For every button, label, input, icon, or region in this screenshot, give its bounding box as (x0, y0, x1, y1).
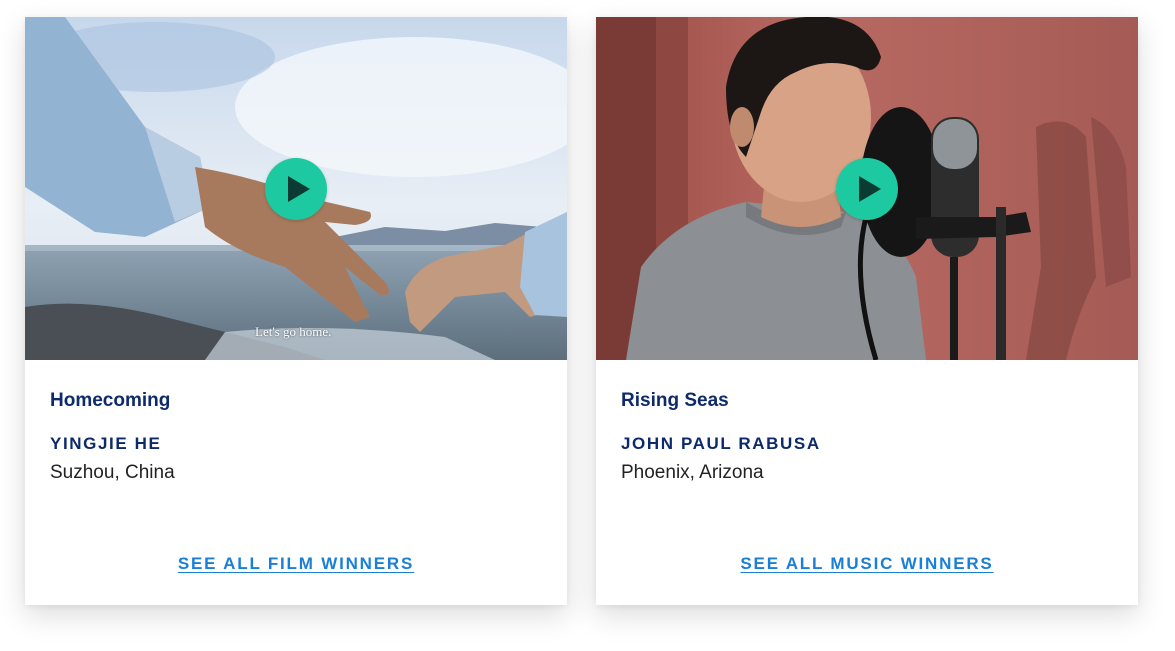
play-icon (858, 176, 881, 202)
artist-location: Phoenix, Arizona (621, 462, 764, 483)
work-title: Rising Seas (621, 390, 729, 411)
artist-name: YINGJIE HE (50, 434, 162, 453)
play-icon (287, 176, 310, 202)
artist-name: JOHN PAUL RABUSA (621, 434, 821, 453)
card-body: Rising Seas JOHN PAUL RABUSA Phoenix, Ar… (596, 360, 1138, 635)
video-thumbnail-film[interactable]: Let's go home. (25, 17, 567, 360)
play-button[interactable] (836, 158, 898, 220)
see-all-film-winners-link[interactable]: SEE ALL FILM WINNERS (178, 554, 414, 573)
see-all-music-winners-link[interactable]: SEE ALL MUSIC WINNERS (740, 554, 993, 573)
artist-location: Suzhou, China (50, 462, 175, 483)
video-subtitle-caption: Let's go home. (255, 324, 332, 339)
winner-card-film: Let's go home. Homecoming YINGJIE HE Suz… (25, 17, 567, 605)
winner-card-music: Rising Seas JOHN PAUL RABUSA Phoenix, Ar… (596, 17, 1138, 605)
video-thumbnail-music[interactable] (596, 17, 1138, 360)
work-title: Homecoming (50, 390, 171, 411)
card-body: Homecoming YINGJIE HE Suzhou, China SEE … (25, 360, 567, 635)
play-button[interactable] (265, 158, 327, 220)
